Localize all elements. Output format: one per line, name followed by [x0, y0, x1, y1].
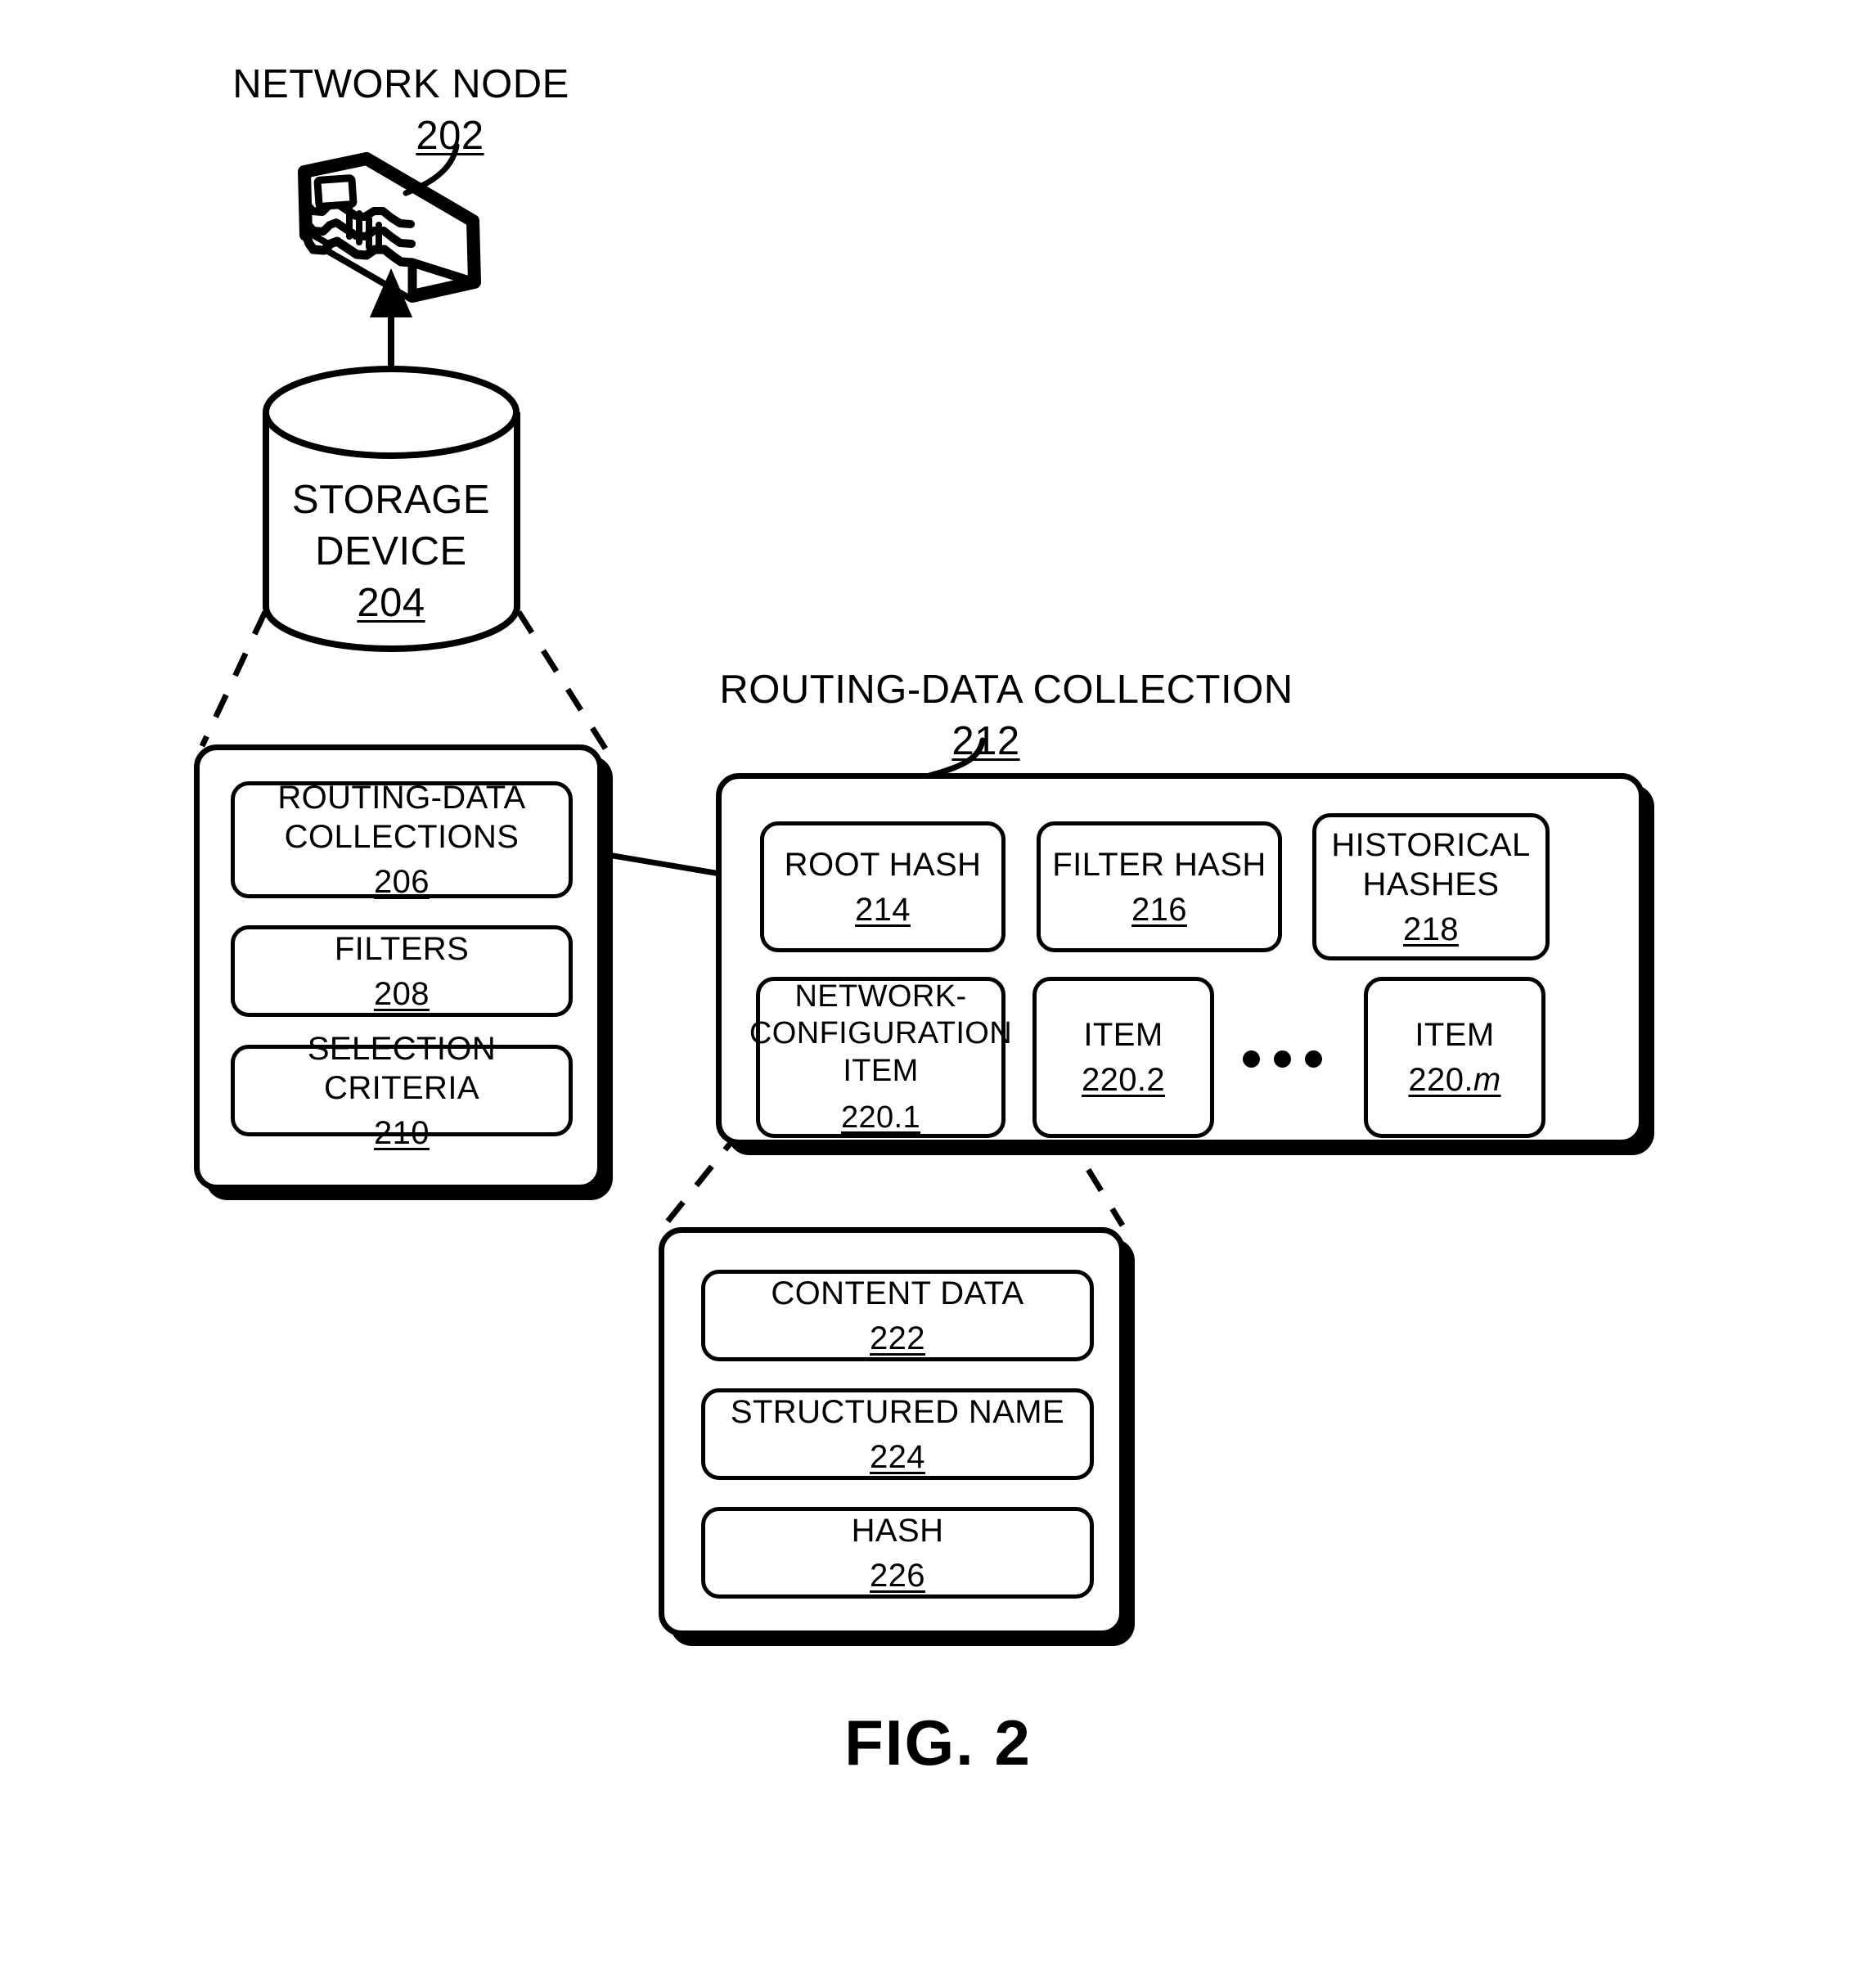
cell-label: CONTENT DATA	[771, 1275, 1024, 1311]
routing-data-collection-panel: ROOT HASH 214 FILTER HASH 216 HISTORICAL…	[716, 773, 1644, 1145]
cell-ref: 224	[870, 1438, 925, 1475]
item-detail-panel: CONTENT DATA 222 STRUCTURED NAME 224 HAS…	[659, 1227, 1125, 1636]
cell-label: HISTORICAL HASHES	[1331, 826, 1531, 902]
cell-content-data[interactable]: CONTENT DATA 222	[701, 1270, 1094, 1361]
storage-device-ref: 204	[357, 581, 425, 625]
cell-label: NETWORK- CONFIGURATION ITEM	[749, 978, 1013, 1088]
cell-network-configuration-item[interactable]: NETWORK- CONFIGURATION ITEM 220.1	[749, 977, 1012, 1138]
cell-root-hash[interactable]: ROOT HASH 214	[760, 821, 1005, 952]
cell-ref: 208	[374, 975, 430, 1012]
routing-data-collection-title: ROUTING-DATA COLLECTION	[719, 668, 1293, 712]
cell-hash[interactable]: HASH 226	[701, 1507, 1094, 1599]
cell-label: ITEM	[1415, 1017, 1495, 1053]
cell-routing-data-collections[interactable]: ROUTING-DATA COLLECTIONS 206	[231, 780, 573, 900]
expansion-lines-storage	[199, 610, 608, 750]
cell-ref: 206	[374, 864, 430, 900]
cell-filter-hash[interactable]: FILTER HASH 216	[1037, 821, 1282, 952]
cell-label: FILTER HASH	[1052, 846, 1266, 883]
patent-figure-2: NETWORK NODE 202 STORAGE DEVICE 204 ROUT…	[0, 0, 1876, 1988]
routing-data-collection-ref: 212	[951, 719, 1020, 763]
cell-item-220-2[interactable]: ITEM 220.2	[1032, 977, 1214, 1138]
cell-ref: 226	[870, 1557, 925, 1594]
cell-ref: 220.m	[1408, 1060, 1500, 1100]
cell-ref: 216	[1131, 891, 1187, 928]
cell-label: ITEM	[1083, 1017, 1163, 1053]
cell-ref: 218	[1403, 911, 1459, 947]
cell-ref-number: 220.	[1408, 1062, 1473, 1098]
cell-ref-italic-suffix: m	[1473, 1062, 1501, 1098]
cell-filters[interactable]: FILTERS 208	[231, 925, 573, 1017]
storage-contents-panel: ROUTING-DATA COLLECTIONS 206 FILTERS 208…	[194, 744, 603, 1190]
cell-item-220-m[interactable]: ITEM 220.m	[1364, 977, 1545, 1138]
storage-device-title-line2: DEVICE	[315, 529, 467, 573]
figure-caption: FIG. 2	[844, 1707, 1032, 1779]
node-storage-arrow	[369, 268, 413, 416]
cell-ref: 214	[855, 891, 911, 928]
cell-label: ROOT HASH	[784, 846, 982, 883]
router-device-icon	[298, 152, 481, 303]
cell-label: FILTERS	[334, 930, 470, 967]
cell-ref: 222	[870, 1320, 925, 1356]
cell-selection-criteria[interactable]: SELECTION CRITERIA 210	[231, 1031, 573, 1151]
cell-structured-name[interactable]: STRUCTURED NAME 224	[701, 1388, 1094, 1480]
cell-label: HASH	[851, 1512, 944, 1549]
cell-ref: 210	[374, 1114, 430, 1151]
storage-device-title-line1: STORAGE	[291, 478, 491, 522]
network-node-ref: 202	[416, 114, 484, 158]
cell-label: STRUCTURED NAME	[730, 1393, 1065, 1430]
cell-label: ROUTING-DATA COLLECTIONS	[277, 780, 526, 855]
cell-historical-hashes[interactable]: HISTORICAL HASHES 218	[1312, 813, 1550, 960]
network-node-title: NETWORK NODE	[232, 62, 569, 106]
cell-ref: 220.1	[840, 1100, 921, 1135]
ellipsis-icon	[1243, 1050, 1322, 1068]
cell-label: SELECTION CRITERIA	[307, 1030, 497, 1106]
cell-ref: 220.2	[1081, 1062, 1166, 1098]
